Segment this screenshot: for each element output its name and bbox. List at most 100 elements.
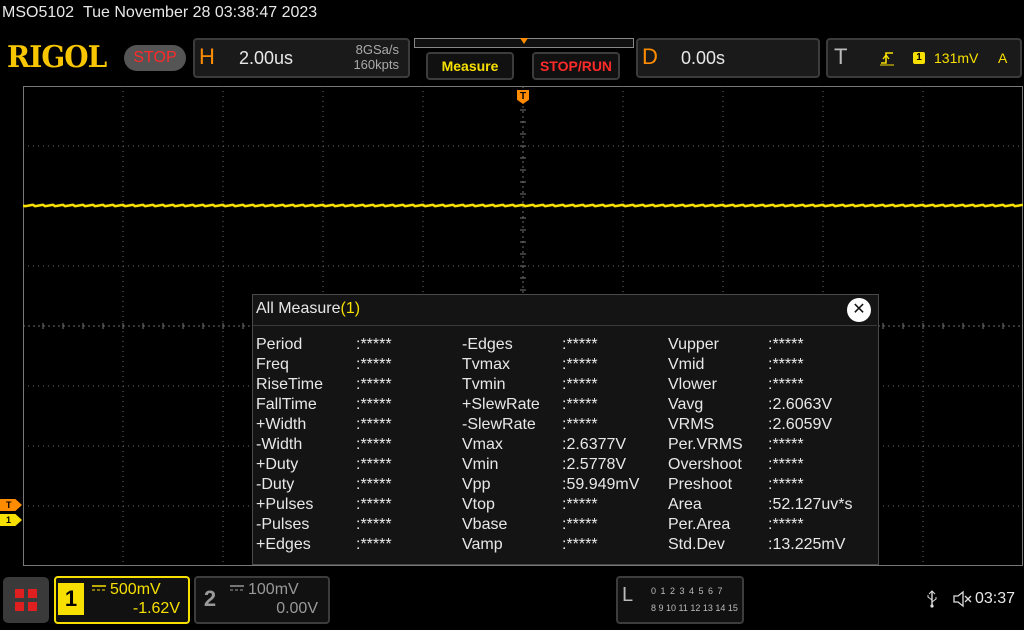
- measure-value: :*****: [768, 456, 804, 473]
- close-icon[interactable]: ✕: [847, 298, 871, 322]
- channel-2-scale: 100mV: [248, 581, 299, 598]
- trigger-mode: A: [998, 50, 1008, 66]
- speaker-mute-icon[interactable]: [952, 590, 972, 613]
- measure-name: +Pulses: [256, 496, 314, 513]
- sample-rate: 8GSa/s: [355, 42, 399, 57]
- measure-value: :2.6063V: [768, 396, 833, 413]
- measure-name: Period: [256, 336, 303, 353]
- measure-value: :2.5778V: [562, 456, 627, 473]
- measure-name: Per.Area: [668, 516, 731, 533]
- menu-icon[interactable]: [3, 577, 49, 623]
- measure-value: :*****: [356, 476, 392, 493]
- measure-name: +Edges: [256, 536, 311, 553]
- channel-1-scale: 500mV: [110, 581, 161, 598]
- measure-value: :*****: [356, 396, 392, 413]
- trigger-level-marker[interactable]: T: [0, 499, 22, 511]
- measure-value: :*****: [356, 376, 392, 393]
- measure-name: Tvmin: [462, 376, 506, 393]
- rising-edge-icon: [880, 50, 894, 69]
- status-title: MSO5102 Tue November 28 03:38:47 2023: [2, 4, 317, 22]
- channel-1-offset: -1.62V: [132, 600, 180, 617]
- logic-channels-0-7: 0 1 2 3 4 5 6 7: [651, 586, 724, 596]
- dialog-title: All Measure(1): [256, 300, 360, 318]
- trigger-source-badge: 1: [913, 52, 925, 64]
- run-state-indicator[interactable]: STOP: [124, 45, 186, 71]
- measure-value: :52.127uv*s: [768, 496, 853, 513]
- channel-2-number: 2: [203, 586, 217, 611]
- measure-value: :*****: [768, 336, 804, 353]
- measure-value: :*****: [768, 356, 804, 373]
- horizontal-label: H: [199, 44, 215, 69]
- measure-value: :2.6059V: [768, 416, 833, 433]
- measure-value: :*****: [356, 536, 392, 553]
- dialog-source: (1): [340, 300, 361, 317]
- measure-name: Vbase: [462, 516, 508, 533]
- measure-name: -Duty: [256, 476, 295, 493]
- measure-name: +SlewRate: [462, 396, 540, 413]
- measure-name: -SlewRate: [462, 416, 536, 433]
- measure-value: :*****: [768, 476, 804, 493]
- measure-value: :*****: [562, 496, 598, 513]
- delay-label: D: [642, 44, 658, 69]
- measure-value: :*****: [562, 416, 598, 433]
- dc-coupling-icon: [92, 584, 106, 595]
- measure-value: :13.225mV: [768, 536, 846, 553]
- ch1-trace: [23, 203, 1023, 208]
- measure-value: :*****: [356, 496, 392, 513]
- trigger-level: 131mV: [934, 50, 979, 66]
- memory-depth: 160kpts: [353, 57, 399, 72]
- ch1-offset-marker[interactable]: 1: [0, 514, 22, 526]
- measure-name: Vupper: [668, 336, 719, 353]
- measure-value: :*****: [356, 456, 392, 473]
- logic-analyzer-label: L: [622, 584, 634, 606]
- measure-name: Freq: [256, 356, 289, 373]
- measure-value: :*****: [768, 376, 804, 393]
- measure-table: Period :***** Freq :***** RiseTime :***** Fall…: [253, 325, 877, 565]
- measure-name: Std.Dev: [668, 536, 725, 553]
- channel-2-offset: 0.00V: [276, 600, 318, 617]
- measure-button[interactable]: Measure: [426, 52, 514, 80]
- measure-value: :2.6377V: [562, 436, 627, 453]
- measure-name: +Duty: [256, 456, 299, 473]
- measure-value: :59.949mV: [562, 476, 640, 493]
- measure-name: -Pulses: [256, 516, 310, 533]
- rigol-logo: RIGOL: [7, 40, 107, 75]
- timebase-value: 2.00us: [239, 48, 294, 68]
- measure-name: Vtop: [462, 496, 495, 513]
- logic-channels-8-15: 8 9 10 11 12 13 14 15: [651, 603, 738, 613]
- measure-name: Vpp: [462, 476, 491, 493]
- measure-value: :*****: [356, 356, 392, 373]
- measure-value: :*****: [768, 436, 804, 453]
- trigger-label: T: [834, 44, 848, 69]
- measure-value: :*****: [768, 516, 804, 533]
- measure-name: -Width: [256, 436, 303, 453]
- measure-name: Overshoot: [668, 456, 742, 473]
- measure-value: :*****: [562, 356, 598, 373]
- measure-value: :*****: [356, 516, 392, 533]
- measure-name: FallTime: [256, 396, 317, 413]
- measure-name: -Edges: [462, 336, 513, 353]
- measure-name: VRMS: [668, 416, 715, 433]
- measure-name: +Width: [256, 416, 307, 433]
- measure-name: Vlower: [668, 376, 717, 393]
- measure-name: Vmin: [462, 456, 499, 473]
- dc-coupling-icon: [230, 584, 244, 595]
- logic-analyzer-panel[interactable]: [616, 576, 744, 624]
- measure-name: Vmid: [668, 356, 705, 373]
- delay-panel[interactable]: [636, 38, 820, 78]
- measure-name: Vmax: [462, 436, 503, 453]
- channel-1-number: 1: [58, 583, 84, 615]
- measure-name: Area: [668, 496, 702, 513]
- memory-position-marker-icon: [520, 38, 528, 44]
- measure-value: :*****: [356, 436, 392, 453]
- measure-name: Tvmax: [462, 356, 510, 373]
- stop-run-button[interactable]: STOP/RUN: [532, 52, 620, 80]
- measure-value: :*****: [562, 376, 598, 393]
- measure-value: :*****: [356, 416, 392, 433]
- delay-value: 0.00s: [681, 48, 726, 68]
- measure-name: RiseTime: [256, 376, 323, 393]
- measure-name: Vavg: [668, 396, 704, 413]
- measure-value: :*****: [562, 536, 598, 553]
- usb-icon: [926, 590, 938, 613]
- measure-value: :*****: [562, 336, 598, 353]
